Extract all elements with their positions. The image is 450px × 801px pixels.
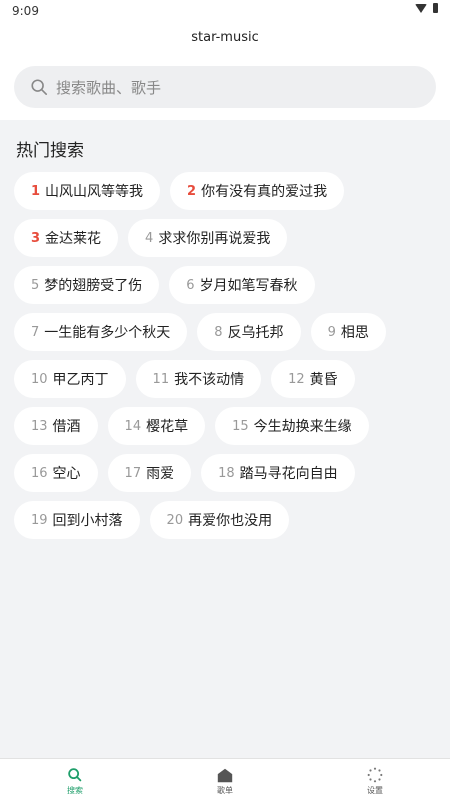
tag-rank: 9 [327, 324, 336, 340]
tag-rank: 10 [31, 371, 48, 387]
hot-search-tag[interactable]: 9 相思 [310, 313, 386, 351]
tag-rank: 2 [187, 183, 197, 199]
tag-rank: 12 [288, 371, 305, 387]
tag-label: 你有没有真的爱过我 [201, 184, 328, 200]
status-icons [415, 3, 438, 13]
tag-rank: 19 [31, 512, 48, 528]
tag-rank: 5 [31, 277, 40, 293]
header: 9:09 star-music 搜索歌曲、歌手 [0, 0, 450, 120]
hot-search-tag[interactable]: 14 樱花草 [107, 407, 206, 445]
tag-rank: 3 [31, 230, 41, 246]
tag-label: 岁月如笔写春秋 [199, 278, 298, 294]
tag-rank: 4 [145, 230, 154, 246]
hot-search-tag[interactable]: 18 踏马寻花向自由 [201, 454, 355, 492]
nav-playlist[interactable]: 歌单 [150, 759, 300, 801]
tag-label: 借酒 [52, 419, 81, 435]
hot-search-tag[interactable]: 4 求求你别再说爱我 [128, 219, 288, 257]
search-placeholder: 搜索歌曲、歌手 [56, 78, 162, 97]
search-icon [31, 79, 48, 96]
hot-search-tag[interactable]: 2 你有没有真的爱过我 [170, 172, 345, 210]
status-bar: 9:09 [0, 0, 450, 22]
nav-playlist-label: 歌单 [217, 786, 233, 795]
tag-label: 相思 [340, 325, 369, 341]
wifi-icon [415, 3, 427, 13]
search-input[interactable]: 搜索歌曲、歌手 [14, 66, 436, 108]
bottom-nav: 搜索 歌单 设置 [0, 758, 450, 801]
hot-search-tag[interactable]: 12 黄昏 [271, 360, 355, 398]
hot-search-tag[interactable]: 3 金达莱花 [14, 219, 119, 257]
nav-settings-label: 设置 [367, 786, 383, 795]
nav-search[interactable]: 搜索 [0, 759, 150, 801]
hot-search-list: 1 山风山风等等我 2 你有没有真的爱过我 3 金达莱花 4 求求你别再说爱我 5 梦的翅膀受了伤… [14, 172, 440, 539]
hot-search-tag[interactable]: 19 回到小村落 [14, 501, 140, 539]
tag-label: 求求你别再说爱我 [158, 231, 271, 247]
loading-icon [367, 767, 383, 783]
tag-label: 反乌托邦 [227, 325, 284, 341]
tag-label: 再爱你也没用 [188, 513, 273, 529]
hot-search-tag[interactable]: 10 甲乙丙丁 [14, 360, 126, 398]
app-title: star-music [191, 30, 259, 45]
hot-search-tag[interactable]: 6 岁月如笔写春秋 [169, 266, 315, 304]
hot-search-tag[interactable]: 1 山风山风等等我 [14, 172, 161, 210]
hot-search-tag[interactable]: 20 再爱你也没用 [149, 501, 290, 539]
tag-rank: 11 [152, 371, 170, 387]
tag-label: 樱花草 [146, 419, 189, 435]
tag-label: 黄昏 [309, 372, 338, 388]
tag-label: 雨爱 [146, 466, 175, 482]
tag-label: 我不该动情 [174, 372, 245, 388]
tag-rank: 20 [166, 512, 184, 528]
tag-label: 山风山风等等我 [45, 184, 144, 200]
tag-label: 今生劫换来生缘 [253, 419, 352, 435]
tag-label: 梦的翅膀受了伤 [44, 278, 143, 294]
tag-label: 空心 [52, 466, 81, 482]
tag-label: 一生能有多少个秋天 [44, 325, 171, 341]
hot-search-tag[interactable]: 8 反乌托邦 [197, 313, 301, 351]
tag-rank: 16 [31, 465, 48, 481]
tag-rank: 1 [31, 183, 41, 199]
tag-rank: 14 [124, 418, 142, 434]
tag-rank: 8 [214, 324, 223, 340]
search-icon [68, 768, 82, 782]
home-icon [217, 768, 233, 783]
hot-search-tag[interactable]: 17 雨爱 [107, 454, 192, 492]
hot-search-tag[interactable]: 16 空心 [14, 454, 98, 492]
tag-rank: 13 [31, 418, 48, 434]
hot-search-title: 热门搜索 [16, 141, 84, 161]
tag-rank: 15 [232, 418, 249, 434]
tag-rank: 7 [31, 324, 40, 340]
hot-search-tag[interactable]: 5 梦的翅膀受了伤 [14, 266, 160, 304]
hot-search-tag[interactable]: 11 我不该动情 [135, 360, 262, 398]
hot-search-tag[interactable]: 15 今生劫换来生缘 [215, 407, 369, 445]
tag-label: 金达莱花 [45, 231, 102, 247]
tag-label: 踏马寻花向自由 [239, 466, 338, 482]
tag-label: 甲乙丙丁 [52, 372, 109, 388]
status-time: 9:09 [12, 4, 39, 18]
tag-rank: 17 [124, 465, 142, 481]
nav-search-label: 搜索 [67, 786, 83, 795]
battery-icon [433, 3, 438, 13]
hot-search-tag[interactable]: 13 借酒 [14, 407, 98, 445]
nav-settings[interactable]: 设置 [300, 759, 450, 801]
tag-label: 回到小村落 [52, 513, 123, 529]
tag-rank: 6 [186, 277, 195, 293]
tag-rank: 18 [218, 465, 235, 481]
hot-search-tag[interactable]: 7 一生能有多少个秋天 [14, 313, 188, 351]
